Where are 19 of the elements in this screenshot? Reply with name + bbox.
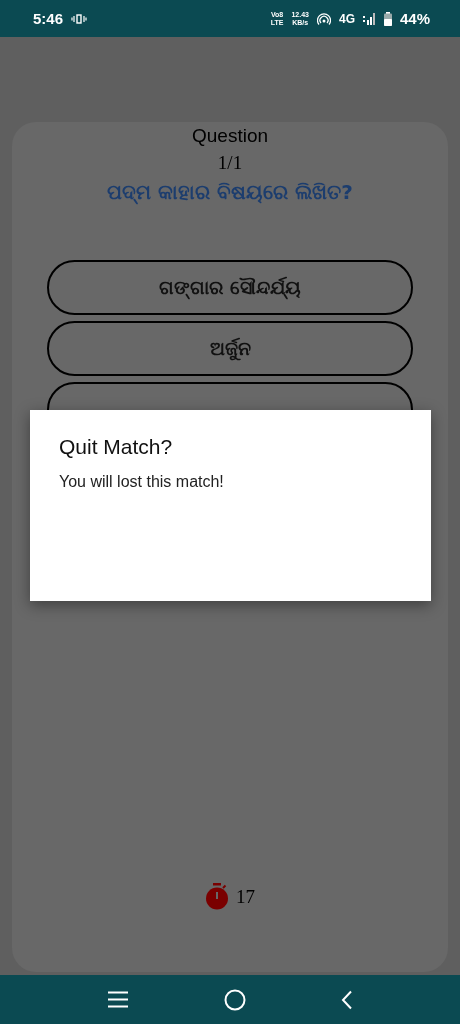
menu-icon[interactable] [107,991,130,1008]
dialog-message: You will lost this match! [59,473,224,491]
time-text: 5:46 [33,10,64,27]
battery-icon [383,11,392,26]
signal-icon [362,12,376,25]
network-text: 4G [338,11,355,26]
timer-text: 17 [236,885,255,908]
question-text: ପଦ୍ମ କାହାର ବିଷୟରେ ଲିଖିତ? [107,180,353,204]
question-heading: Question [191,124,268,148]
vibrate-icon [71,12,88,25]
hotspot-icon [316,12,331,25]
back-icon[interactable] [340,989,353,1010]
question-counter: 1/1 [217,151,243,175]
dialog-title: Quit Match? [59,435,173,459]
battery-text: 44% [399,10,430,27]
home-icon[interactable] [224,988,246,1011]
stopwatch-icon [205,883,229,910]
answer-option[interactable]: ଅର୍ଜୁନ [47,321,413,376]
answer-option[interactable]: ଗଙ୍ଗାର ସୌନ୍ଦର୍ଯ୍ୟ [47,260,413,315]
